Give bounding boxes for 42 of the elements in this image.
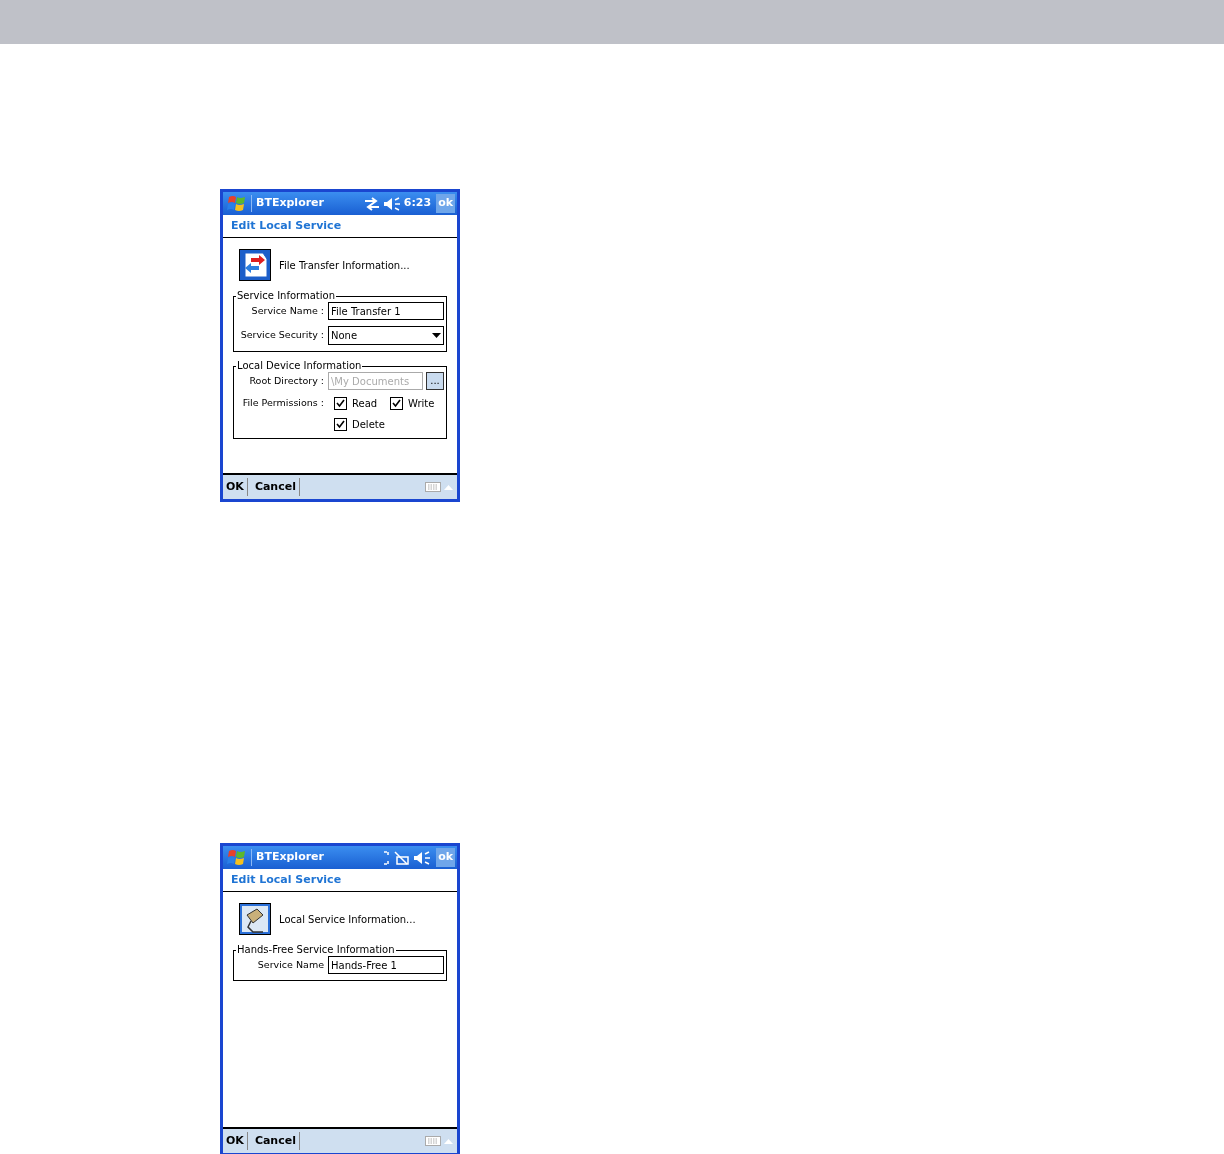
start-menu-icon [226,193,248,214]
input-field[interactable]: File Transfer 1 [328,302,444,320]
info-text: File Transfer Information... [279,258,410,273]
menu-item[interactable]: Cancel [251,1132,300,1150]
checkbox[interactable] [334,397,347,410]
caret-icon [444,1138,453,1144]
field-label: Service Security : [239,328,325,343]
field-label: Service Name : [250,303,325,318]
connectivity-icon [363,196,380,211]
info-text: Local Service Information... [279,912,416,927]
menu-item[interactable]: Cancel [251,478,300,496]
checkbox[interactable] [390,397,403,410]
caret-icon [432,333,441,338]
signal-icon [383,850,392,865]
keyboard-icon [425,482,441,492]
dropdown-field[interactable]: None [328,326,444,345]
checkbox-label[interactable]: Write [408,396,435,411]
group-legend: Hands-Free Service Information [236,944,396,956]
menu-item[interactable]: OK [223,478,248,496]
clock: 6:23 [403,195,432,212]
file-transfer-icon [239,249,271,281]
app-title: BTExplorer [251,195,361,212]
group-legend: Service Information [236,290,337,302]
field-label: Service Name [256,957,325,972]
input-field[interactable]: Hands-Free 1 [328,956,444,974]
keyboard-icon [425,1136,441,1146]
speaker-icon [382,196,401,211]
app-title: BTExplorer [251,849,381,866]
checkbox-label[interactable]: Delete [352,417,385,432]
speaker-icon [413,850,432,865]
caret-icon [444,484,453,490]
checkbox-label[interactable]: Read [352,396,378,411]
connector-icon [239,903,271,935]
page-header: Edit Local Service [223,215,457,238]
group-legend: Local Device Information [236,360,363,372]
start-menu-icon [226,847,248,868]
checkbox[interactable] [334,418,347,431]
antenna-off-icon [394,850,411,865]
field-label: File Permissions : [241,396,325,411]
page-header: Edit Local Service [223,869,457,892]
menu-item[interactable]: OK [223,1132,248,1150]
field-label: Root Directory : [248,373,325,388]
